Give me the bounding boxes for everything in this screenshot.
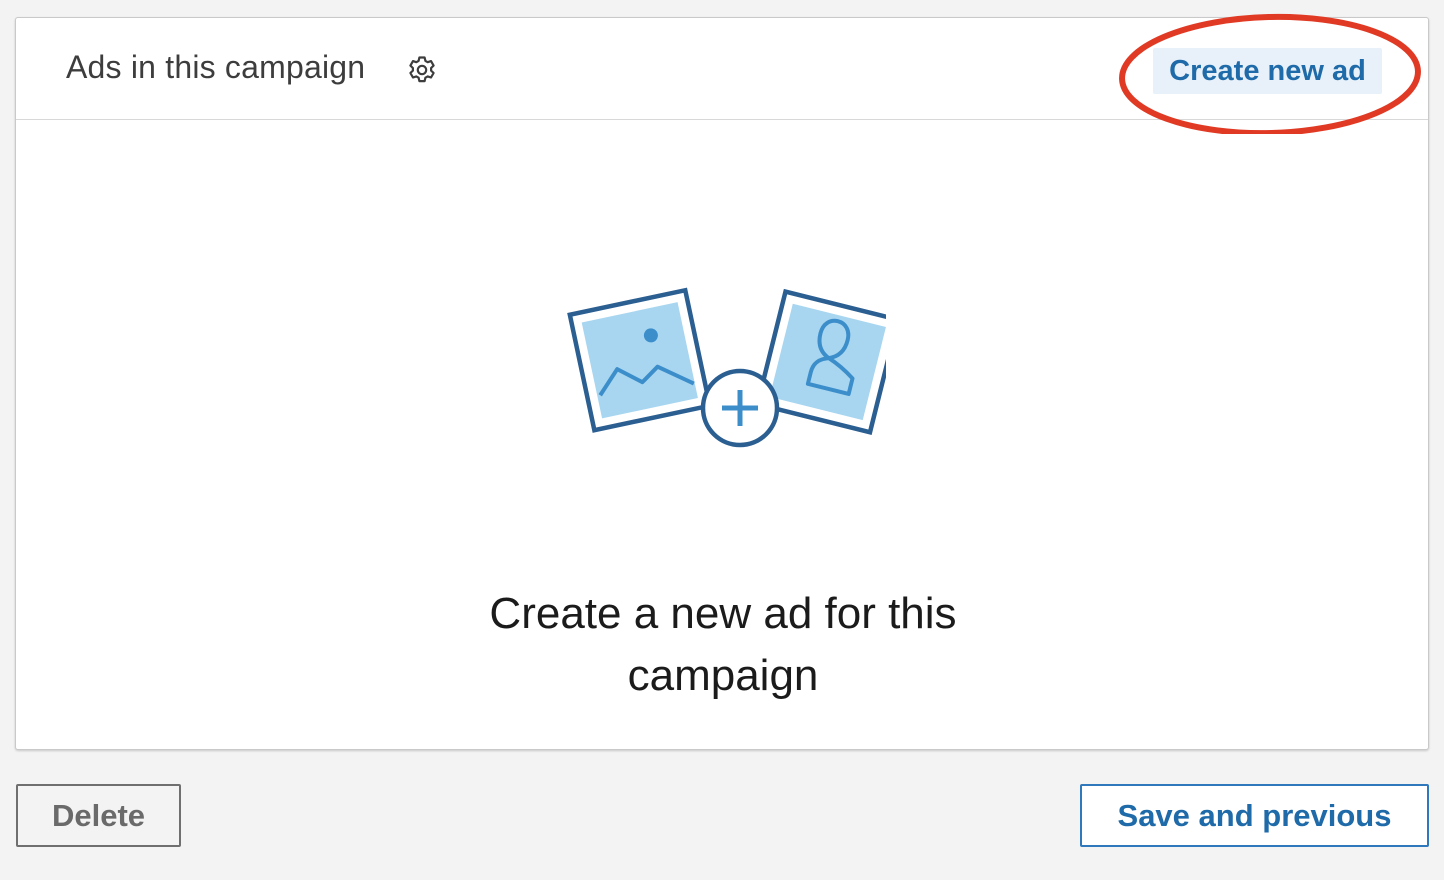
create-new-ad-button[interactable]: Create new ad xyxy=(1153,48,1382,94)
panel-title: Ads in this campaign xyxy=(66,49,366,85)
empty-state-line-1: Create a new ad for this xyxy=(489,589,957,638)
delete-button[interactable]: Delete xyxy=(16,784,181,847)
landscape-photo-icon xyxy=(567,287,713,433)
gear-icon[interactable] xyxy=(406,54,438,86)
panel-header: Ads in this campaign Create new ad xyxy=(16,13,1428,134)
plus-icon xyxy=(700,368,780,448)
empty-state-line-2: campaign xyxy=(627,651,819,700)
empty-state-message: Create a new ad for this campaign xyxy=(423,583,1023,707)
ads-panel: Ads in this campaign Create new ad Creat… xyxy=(15,13,1429,750)
add-images-illustration xyxy=(567,287,886,448)
save-and-previous-button[interactable]: Save and previous xyxy=(1080,784,1429,847)
